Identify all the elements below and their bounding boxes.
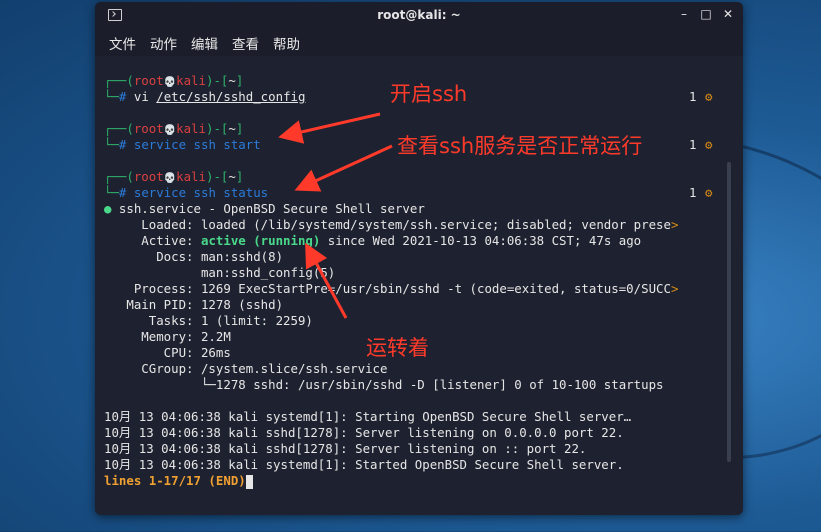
menu-file[interactable]: 文件 [109, 33, 136, 53]
gear-icon: ⚙ [705, 185, 713, 200]
log-line: 10月 13 04:06:38 kali sshd[1278]: Server … [104, 441, 587, 456]
prompt-line: ┌──(root💀kali)-[~] [104, 169, 244, 184]
maximize-button[interactable]: □ [699, 7, 713, 21]
title-bar[interactable]: root@kali: ~ – □ ✕ [95, 2, 743, 30]
annotation-check-status: 查看ssh服务是否正常运行 [397, 134, 643, 158]
terminal-output[interactable]: ┌──(root💀kali)-[~] └─# vi /etc/ssh/sshd_… [95, 56, 743, 515]
skull-icon: 💀 [163, 77, 177, 88]
close-button[interactable]: ✕ [721, 7, 735, 21]
skull-icon: 💀 [163, 125, 177, 136]
menu-action[interactable]: 动作 [150, 33, 177, 53]
pager-status: lines 1-17/17 (END) [104, 473, 743, 489]
job-count: 1 [689, 185, 697, 200]
status-line: └─1278 sshd: /usr/sbin/sshd -D [listener… [104, 377, 664, 392]
annotation-start-ssh: 开启ssh [390, 82, 468, 106]
scrollbar[interactable] [727, 162, 731, 462]
status-line: Loaded: loaded (/lib/systemd/system/ssh.… [104, 217, 679, 232]
status-line: ● ssh.service - OpenBSD Secure Shell ser… [104, 201, 425, 216]
status-line: Docs: man:sshd(8) [104, 249, 284, 264]
menu-bar: 文件 动作 编辑 查看 帮助 [95, 30, 743, 56]
log-line: 10月 13 04:06:38 kali systemd[1]: Started… [104, 457, 624, 472]
status-line: Active: active (running) since Wed 2021-… [104, 233, 642, 248]
menu-edit[interactable]: 编辑 [191, 33, 218, 53]
log-line: 10月 13 04:06:38 kali sshd[1278]: Server … [104, 425, 624, 440]
command-line: └─# service ssh status 1 ⚙ [104, 185, 713, 200]
active-status: active (running) [200, 233, 321, 248]
menu-view[interactable]: 查看 [232, 33, 259, 53]
gear-icon: ⚙ [705, 89, 713, 104]
minimize-button[interactable]: – [677, 7, 691, 21]
gear-icon: ⚙ [705, 137, 713, 152]
annotation-running: 运转着 [366, 336, 429, 360]
status-line: Tasks: 1 (limit: 2259) [104, 313, 313, 328]
log-line: 10月 13 04:06:38 kali systemd[1]: Startin… [104, 409, 632, 424]
job-count: 1 [689, 89, 697, 104]
window-title: root@kali: ~ [377, 8, 461, 22]
job-count: 1 [689, 137, 697, 152]
skull-icon: 💀 [163, 173, 177, 184]
status-line: man:sshd_config(5) [104, 265, 336, 280]
status-line: CGroup: /system.slice/ssh.service [104, 361, 388, 376]
text-cursor [245, 474, 253, 489]
status-line: Main PID: 1278 (sshd) [104, 297, 284, 312]
menu-help[interactable]: 帮助 [273, 33, 300, 53]
status-line: Process: 1269 ExecStartPre=/usr/sbin/ssh… [104, 281, 679, 296]
